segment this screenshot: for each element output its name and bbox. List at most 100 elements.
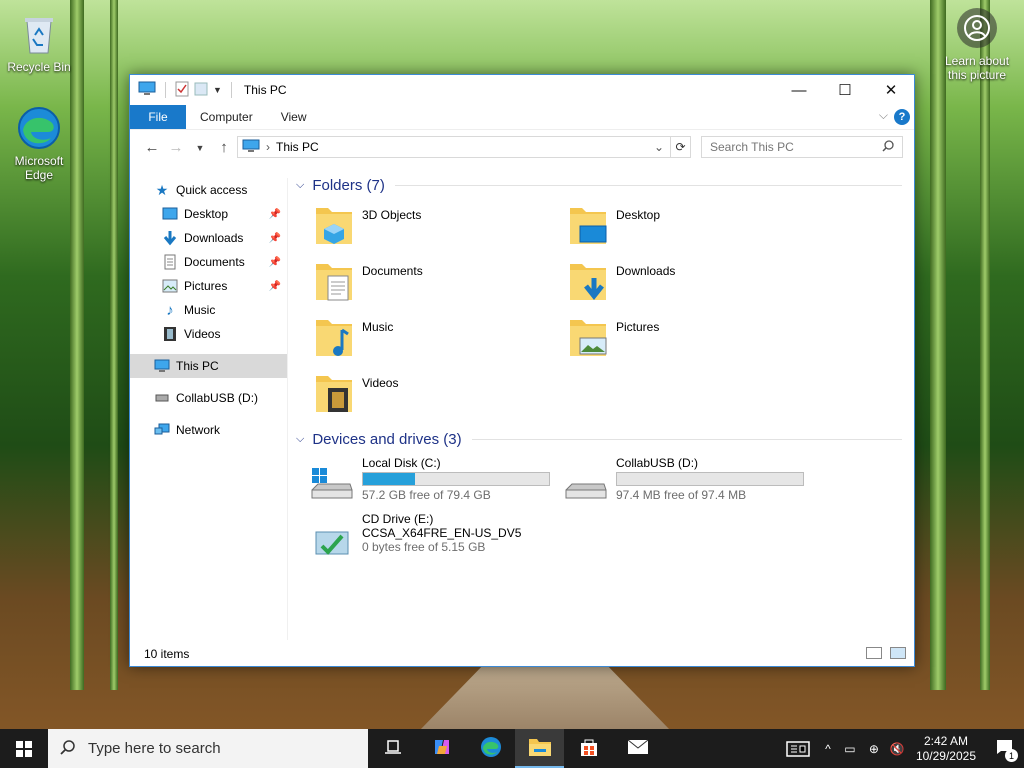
pin-icon[interactable]: 📌 xyxy=(269,233,281,244)
drives-grid: Local Disk (C:) 57.2 GB free of 79.4 GB … xyxy=(290,456,910,568)
folder-music[interactable]: Music xyxy=(314,314,568,370)
mail-button[interactable] xyxy=(613,729,662,768)
news-widget-icon[interactable] xyxy=(778,740,818,757)
show-hidden-icons-icon[interactable]: ^ xyxy=(818,742,838,756)
folder-3d-objects[interactable]: 3D Objects xyxy=(314,202,568,258)
network-globe-icon[interactable]: ⊕ xyxy=(862,742,886,756)
desktop-icon-recycle-bin[interactable]: Recycle Bin xyxy=(1,10,77,74)
desktop-icon-edge[interactable]: Microsoft Edge xyxy=(1,104,77,182)
desktop-icon-label: Recycle Bin xyxy=(7,60,71,74)
tab-computer[interactable]: Computer xyxy=(186,105,267,129)
store-button[interactable] xyxy=(564,729,613,768)
document-icon xyxy=(162,254,178,270)
folder-label: Videos xyxy=(362,376,399,390)
windows-logo-icon xyxy=(16,740,32,757)
edge-icon xyxy=(480,736,502,761)
sidebar-item-documents[interactable]: Documents 📌 xyxy=(130,250,287,274)
sidebar-item-pictures[interactable]: Pictures 📌 xyxy=(130,274,287,298)
sidebar-item-label: Documents xyxy=(184,255,245,269)
large-icons-view-icon[interactable] xyxy=(890,647,906,659)
recent-locations-button[interactable]: ▼ xyxy=(188,143,212,153)
folder-3d-objects-icon xyxy=(314,202,354,251)
meet-now-icon[interactable]: ▭ xyxy=(838,742,862,756)
drive-cd-e[interactable]: CD Drive (E:) CCSA_X64FRE_EN-US_DV5 0 by… xyxy=(310,512,564,568)
clock-time: 2:42 AM xyxy=(923,733,968,748)
sidebar-item-label: Network xyxy=(176,423,221,437)
learn-about-picture[interactable]: Learn about this picture xyxy=(938,8,1016,82)
usb-drive-icon xyxy=(564,464,608,508)
properties-icon[interactable] xyxy=(175,81,189,100)
search-placeholder: Search This PC xyxy=(710,140,794,154)
sidebar-item-collabusb[interactable]: CollabUSB (D:) xyxy=(130,386,287,410)
details-view-icon[interactable] xyxy=(866,647,882,659)
drive-collabusb-d[interactable]: CollabUSB (D:) 97.4 MB free of 97.4 MB xyxy=(564,456,818,512)
quick-access-toolbar: ▼ xyxy=(138,81,236,100)
drive-free-space: 97.4 MB free of 97.4 MB xyxy=(616,488,747,502)
sidebar-item-videos[interactable]: Videos xyxy=(130,322,287,346)
task-view-button[interactable] xyxy=(368,729,417,768)
windows-drive-icon xyxy=(310,464,354,508)
folder-pictures[interactable]: Pictures xyxy=(568,314,822,370)
clock[interactable]: 2:42 AM 10/29/2025 xyxy=(908,734,984,764)
refresh-button[interactable]: ⟳ xyxy=(671,136,691,158)
drive-name: Local Disk (C:) xyxy=(362,456,441,470)
title-bar[interactable]: ▼ This PC — ☐ ✕ xyxy=(130,75,914,105)
chevron-down-icon[interactable]: ▼ xyxy=(213,85,222,95)
folder-label: Downloads xyxy=(616,264,676,278)
sidebar-item-music[interactable]: ♪ Music xyxy=(130,298,287,322)
folder-label: Documents xyxy=(362,264,423,278)
sidebar-item-label: Pictures xyxy=(184,279,228,293)
search-icon xyxy=(882,140,894,155)
tab-view[interactable]: View xyxy=(267,105,321,129)
sidebar-item-network[interactable]: Network xyxy=(130,418,287,442)
pin-icon[interactable]: 📌 xyxy=(269,281,281,292)
tab-file[interactable]: File xyxy=(130,105,186,129)
start-button[interactable] xyxy=(0,729,48,768)
taskbar-search-input[interactable]: Type here to search xyxy=(48,729,368,768)
maximize-button[interactable]: ☐ xyxy=(822,75,868,105)
folder-documents[interactable]: Documents xyxy=(314,258,568,314)
sidebar-item-label: Videos xyxy=(184,327,221,341)
edge-taskbar-button[interactable] xyxy=(466,729,515,768)
folder-downloads[interactable]: Downloads xyxy=(568,258,822,314)
camera-location-icon xyxy=(957,8,997,48)
up-button[interactable]: ↑ xyxy=(212,139,236,156)
file-explorer-taskbar-button[interactable] xyxy=(515,729,564,768)
drive-name: CD Drive (E:) xyxy=(362,512,434,526)
address-bar[interactable]: › This PC ⌄ xyxy=(237,136,671,158)
drive-free-space: 0 bytes free of 5.15 GB xyxy=(362,540,486,554)
expand-ribbon-icon[interactable]: ⌵ xyxy=(879,108,888,123)
new-folder-icon[interactable] xyxy=(194,81,208,100)
folders-group-header[interactable]: ⌵ Folders (7) xyxy=(290,174,910,196)
close-button[interactable]: ✕ xyxy=(868,75,914,105)
breadcrumb[interactable]: This PC xyxy=(276,140,319,154)
drives-group-header[interactable]: ⌵ Devices and drives (3) xyxy=(290,428,910,450)
minimize-button[interactable]: — xyxy=(776,75,822,105)
sidebar-item-downloads[interactable]: Downloads 📌 xyxy=(130,226,287,250)
pin-icon[interactable]: 📌 xyxy=(269,209,281,220)
folder-desktop[interactable]: Desktop xyxy=(568,202,822,258)
breadcrumb-separator-icon: › xyxy=(266,140,270,154)
address-dropdown-icon[interactable]: ⌄ xyxy=(654,140,664,154)
notification-button[interactable]: 1 xyxy=(984,739,1024,762)
clock-date: 10/29/2025 xyxy=(915,748,976,763)
sidebar-item-this-pc[interactable]: This PC xyxy=(130,354,287,378)
drive-local-disk-c[interactable]: Local Disk (C:) 57.2 GB free of 79.4 GB xyxy=(310,456,564,512)
sidebar-item-desktop[interactable]: Desktop 📌 xyxy=(130,202,287,226)
sidebar-item-label: This PC xyxy=(176,359,219,373)
volume-muted-icon[interactable]: 🔇 xyxy=(886,742,908,756)
folder-videos[interactable]: Videos xyxy=(314,370,568,426)
download-arrow-icon xyxy=(162,230,178,246)
recycle-bin-icon xyxy=(15,10,63,58)
back-button[interactable]: ← xyxy=(140,139,164,156)
file-explorer-window: ▼ This PC — ☐ ✕ File Computer View ⌵ ? ←… xyxy=(129,74,915,667)
pin-icon[interactable]: 📌 xyxy=(269,257,281,268)
forward-button[interactable]: → xyxy=(164,139,188,156)
copilot-button[interactable] xyxy=(417,729,466,768)
folder-videos-icon xyxy=(314,370,354,419)
help-icon[interactable]: ? xyxy=(894,109,910,125)
sidebar-item-quick-access[interactable]: ★ Quick access xyxy=(130,178,287,202)
chevron-down-icon: ⌵ xyxy=(296,178,305,191)
search-input[interactable]: Search This PC xyxy=(701,136,903,158)
drive-usage-bar xyxy=(616,472,804,486)
